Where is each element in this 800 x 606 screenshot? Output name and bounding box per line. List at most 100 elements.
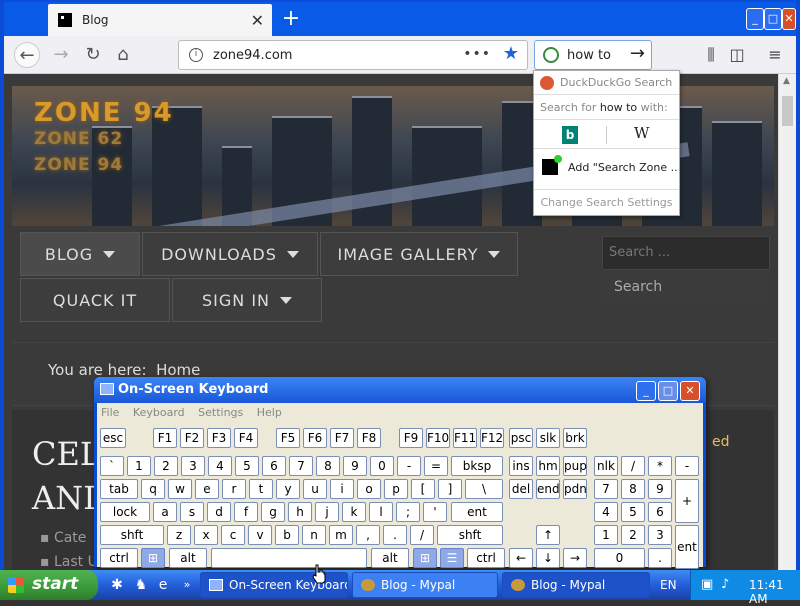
spacebar-key[interactable] xyxy=(211,548,367,568)
osk-menu-keyboard[interactable]: Keyboard xyxy=(133,406,185,419)
key-row0-12[interactable]: F12 xyxy=(480,428,504,448)
site-search-input[interactable]: Search ... xyxy=(602,236,770,270)
key-row5-2[interactable]: alt xyxy=(371,548,409,568)
key-row5-8[interactable]: . xyxy=(648,548,672,568)
key-row3-11[interactable]: ' xyxy=(423,502,447,522)
key-row1-4[interactable]: 4 xyxy=(208,456,232,476)
search-go-arrow-icon[interactable]: → xyxy=(630,43,645,64)
windows-key-icon[interactable]: ⊞ xyxy=(141,548,165,568)
key-row0-5[interactable]: F5 xyxy=(276,428,300,448)
key-row5-5[interactable]: ↓ xyxy=(536,548,560,568)
forward-arrow-icon[interactable]: → xyxy=(48,42,74,68)
osk-titlebar[interactable]: On-Screen Keyboard xyxy=(94,377,706,403)
key-row4-2[interactable]: x xyxy=(194,525,218,545)
key-row0-10[interactable]: F10 xyxy=(426,428,450,448)
key-row2-16[interactable]: pdn xyxy=(563,479,587,499)
maximize-button[interactable]: □ xyxy=(764,8,782,30)
task-blog-mypal-1[interactable]: Blog - Mypal xyxy=(352,572,498,598)
library-icon[interactable]: ⫼ xyxy=(700,44,722,66)
key-row4-5[interactable]: b xyxy=(275,525,299,545)
network-icon[interactable]: ▣ xyxy=(701,577,713,592)
tab-blog[interactable]: Blog ✕ xyxy=(48,4,272,36)
wikipedia-icon[interactable]: W xyxy=(634,124,649,142)
change-search-settings-button[interactable]: Change Search Settings xyxy=(534,189,679,215)
key-row2-10[interactable]: p xyxy=(384,479,408,499)
key-row3-1[interactable]: a xyxy=(153,502,177,522)
key-row1-10[interactable]: 0 xyxy=(370,456,394,476)
key-row3-14[interactable]: 5 xyxy=(621,502,645,522)
start-button[interactable]: start xyxy=(0,570,98,600)
key-row3-0[interactable]: lock xyxy=(100,502,150,522)
key-row2-15[interactable]: end xyxy=(536,479,560,499)
key-row1-16[interactable]: pup xyxy=(563,456,587,476)
key-row2-1[interactable]: q xyxy=(141,479,165,499)
menu-quack-it[interactable]: QUACK IT xyxy=(20,278,170,322)
key-row1-11[interactable]: - xyxy=(397,456,421,476)
key-row5-0[interactable]: ctrl xyxy=(100,548,138,568)
key-row4-12[interactable]: ↑ xyxy=(536,525,560,545)
key-row3-4[interactable]: f xyxy=(234,502,258,522)
key-row3-2[interactable]: s xyxy=(180,502,204,522)
key-row5-1[interactable]: alt xyxy=(169,548,207,568)
url-bar[interactable]: i zone94.com ••• ★ xyxy=(178,40,528,70)
osk-menu-file[interactable]: File xyxy=(101,406,119,419)
key-row2-4[interactable]: r xyxy=(222,479,246,499)
key-row2-11[interactable]: [ xyxy=(411,479,435,499)
key-row3-12[interactable]: ent xyxy=(451,502,503,522)
key-row1-5[interactable]: 5 xyxy=(235,456,259,476)
clock[interactable]: 11:41 AM xyxy=(749,578,784,606)
key-row4-1[interactable]: z xyxy=(167,525,191,545)
quicklaunch-icon-1[interactable]: ✱ xyxy=(108,576,126,594)
site-info-icon[interactable]: i xyxy=(189,48,203,62)
new-tab-button[interactable]: + xyxy=(280,6,302,32)
key-row4-15[interactable]: 3 xyxy=(648,525,672,545)
key-row1-18[interactable]: / xyxy=(621,456,645,476)
key-row2-18[interactable]: 8 xyxy=(621,479,645,499)
key-row1-2[interactable]: 2 xyxy=(154,456,178,476)
key-row0-11[interactable]: F11 xyxy=(453,428,477,448)
key-row5-6[interactable]: → xyxy=(563,548,587,568)
close-window-button[interactable]: ✕ xyxy=(782,8,796,30)
page-actions-icon[interactable]: ••• xyxy=(463,46,491,62)
key-row2-3[interactable]: e xyxy=(195,479,219,499)
key-row0-8[interactable]: F8 xyxy=(357,428,381,448)
key-row2-14[interactable]: del xyxy=(509,479,533,499)
key-row1-0[interactable]: ` xyxy=(100,456,124,476)
key-row1-9[interactable]: 9 xyxy=(343,456,367,476)
key-row1-1[interactable]: 1 xyxy=(127,456,151,476)
key-row2-6[interactable]: y xyxy=(276,479,300,499)
bookmark-star-icon[interactable]: ★ xyxy=(503,43,519,64)
key-row2-12[interactable]: ] xyxy=(438,479,462,499)
key-row0-14[interactable]: slk xyxy=(536,428,560,448)
bing-icon[interactable]: b xyxy=(562,126,578,144)
tab-close-icon[interactable]: ✕ xyxy=(251,11,264,30)
key-row4-7[interactable]: m xyxy=(329,525,353,545)
key-row0-7[interactable]: F7 xyxy=(330,428,354,448)
key-row4-6[interactable]: n xyxy=(302,525,326,545)
key-row3-7[interactable]: j xyxy=(315,502,339,522)
menu-blog[interactable]: BLOG xyxy=(20,232,140,276)
key-row2-5[interactable]: t xyxy=(249,479,273,499)
osk-close-button[interactable]: ✕ xyxy=(680,381,700,401)
key-row0-13[interactable]: psc xyxy=(509,428,533,448)
key-row4-8[interactable]: , xyxy=(356,525,380,545)
key-row1-17[interactable]: nlk xyxy=(594,456,618,476)
menu-key-icon[interactable]: ☰ xyxy=(440,548,464,568)
key-row0-1[interactable]: F1 xyxy=(153,428,177,448)
key-row0-6[interactable]: F6 xyxy=(303,428,327,448)
key-row4-14[interactable]: 2 xyxy=(621,525,645,545)
key-row4-3[interactable]: c xyxy=(221,525,245,545)
key-row0-2[interactable]: F2 xyxy=(180,428,204,448)
key-row1-20[interactable]: - xyxy=(675,456,699,476)
key-row2-19[interactable]: 9 xyxy=(648,479,672,499)
key-row5-3[interactable]: ctrl xyxy=(467,548,505,568)
search-input[interactable]: how to → xyxy=(534,40,652,70)
key-row2-9[interactable]: o xyxy=(357,479,381,499)
key-row1-13[interactable]: bksp xyxy=(451,456,503,476)
site-search-button[interactable]: Search xyxy=(602,272,770,306)
osk-maximize-button[interactable]: □ xyxy=(658,381,678,401)
osk-menu-help[interactable]: Help xyxy=(257,406,282,419)
key-row3-5[interactable]: g xyxy=(261,502,285,522)
key-row1-15[interactable]: hm xyxy=(536,456,560,476)
key-row4-9[interactable]: . xyxy=(383,525,407,545)
